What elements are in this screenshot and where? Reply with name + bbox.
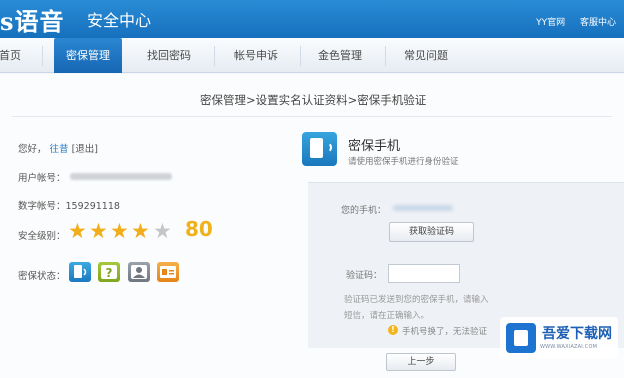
star-icon: ★ bbox=[68, 219, 87, 243]
get-code-button[interactable]: 获取验证码 bbox=[389, 222, 474, 242]
security-level-label: 安全级别： bbox=[18, 231, 66, 242]
account-label: 用户帐号： bbox=[18, 173, 66, 184]
security-score: 80 bbox=[185, 217, 213, 241]
header-links: YY官网 客服中心 bbox=[524, 15, 616, 28]
phone-label: 您的手机： bbox=[340, 206, 386, 216]
watermark-url: WWW.WAXIAZAI.COM bbox=[540, 344, 598, 350]
number-label: 数字帐号： bbox=[18, 201, 66, 212]
previous-step-button[interactable]: 上一步 bbox=[386, 353, 456, 371]
phone-changed-link[interactable]: 手机号换了，无法验证 bbox=[402, 325, 487, 337]
nav-item-account-appeal[interactable]: 帐号申诉 bbox=[220, 38, 292, 73]
watermark-logo-icon bbox=[506, 323, 536, 353]
nav-item-gold-management[interactable]: 金色管理 bbox=[304, 38, 376, 73]
nav-item-home[interactable]: 首页 bbox=[0, 38, 26, 73]
star-icon: ★ bbox=[131, 219, 150, 243]
support-center-link[interactable]: 客服中心 bbox=[580, 18, 616, 28]
greeting-row: 您好， 往昔 [退出] bbox=[18, 141, 98, 155]
nav-item-password-protection[interactable]: 密保管理 bbox=[54, 38, 122, 73]
phone-icon[interactable] bbox=[69, 262, 91, 282]
logo: s语音 bbox=[0, 7, 65, 36]
breadcrumb: 密保管理>设置实名认证资料>密保手机验证 bbox=[200, 93, 427, 107]
code-label: 验证码： bbox=[345, 271, 382, 281]
nav-divider bbox=[300, 46, 301, 66]
page-title: 安全中心 bbox=[87, 11, 152, 30]
number-value: 159291118 bbox=[65, 201, 120, 212]
star-icon: ★ bbox=[89, 219, 108, 243]
nav-divider bbox=[42, 46, 43, 66]
nav-item-recover-password[interactable]: 找回密码 bbox=[133, 38, 205, 73]
status-label: 密保状态： bbox=[18, 271, 66, 282]
identity-icon[interactable] bbox=[128, 262, 150, 282]
greeting-label: 您好， bbox=[18, 144, 47, 155]
divider bbox=[12, 116, 612, 117]
phone-value-redacted bbox=[393, 205, 453, 211]
nav-divider bbox=[385, 46, 386, 66]
username-link[interactable]: 往昔 bbox=[50, 144, 69, 155]
nav-divider bbox=[214, 46, 215, 66]
main-nav: 首页 密保管理 找回密码 帐号申诉 金色管理 常见问题 bbox=[0, 38, 624, 73]
star-icon: ★ bbox=[110, 219, 129, 243]
hint-line-1: 验证码已发送到您的密保手机，请输入 bbox=[344, 295, 489, 305]
official-site-link[interactable]: YY官网 bbox=[536, 18, 565, 28]
card-icon[interactable] bbox=[157, 262, 179, 282]
star-icon: ★ bbox=[153, 219, 172, 243]
mobile-phone-icon bbox=[302, 132, 337, 166]
verification-code-input[interactable] bbox=[388, 264, 460, 283]
header: s语音 安全中心 YY官网 客服中心 bbox=[0, 0, 624, 38]
hint-line-2: 短信，请在正确输入。 bbox=[344, 311, 430, 321]
question-icon[interactable]: ? bbox=[98, 262, 120, 282]
warning-icon: ! bbox=[388, 325, 398, 335]
section-title: 密保手机 bbox=[348, 139, 401, 154]
account-value-redacted bbox=[70, 173, 172, 180]
number-row: 数字帐号：159291118 bbox=[18, 198, 120, 212]
svg-text:?: ? bbox=[106, 266, 113, 280]
watermark-name: 吾爱下载网 bbox=[542, 326, 612, 342]
nav-item-faq[interactable]: 常见问题 bbox=[388, 38, 464, 73]
watermark-badge: 吾爱下载网 WWW.WAXIAZAI.COM bbox=[500, 317, 618, 359]
section-subtitle: 请使用密保手机进行身份验证 bbox=[348, 157, 459, 167]
logout-link[interactable]: [退出] bbox=[72, 144, 98, 155]
